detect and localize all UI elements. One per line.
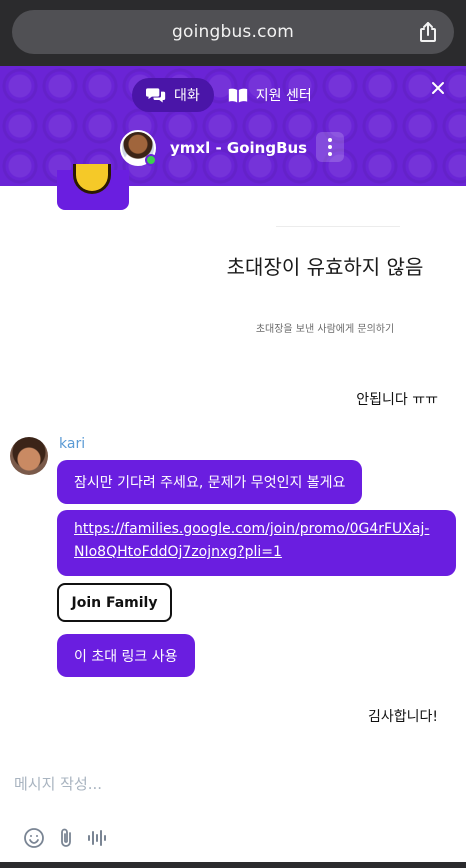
address-bar[interactable]: goingbus.com xyxy=(12,10,454,54)
agent-avatar xyxy=(120,130,157,166)
user-message: 김사합니다! xyxy=(367,709,438,725)
agent-name: ymxl - GoingBus xyxy=(170,139,308,157)
agent-avatar-kari xyxy=(10,437,48,475)
join-family-button[interactable]: Join Family xyxy=(57,583,172,622)
dot xyxy=(328,145,332,149)
more-options-button[interactable] xyxy=(316,132,344,162)
agent-message: 잠시만 기다려 주세요, 문제가 무엇인지 볼게요 xyxy=(57,460,363,504)
agent-link-message: https://families.google.com/join/promo/0… xyxy=(57,510,456,576)
invite-link[interactable]: https://families.google.com/join/promo/0… xyxy=(74,518,439,564)
agent-message: 이 초대 링크 사용 xyxy=(57,634,195,677)
agent-name-kari: kari xyxy=(59,436,86,452)
url-text: goingbus.com xyxy=(171,22,294,42)
share-icon[interactable] xyxy=(416,20,440,44)
chat-bubbles-icon xyxy=(146,88,166,103)
card-divider xyxy=(276,226,400,227)
invite-card-subtitle: 초대장을 보낸 사람에게 문의하기 xyxy=(255,324,395,335)
agent-emoji-message xyxy=(57,164,129,210)
emoji-icon[interactable] xyxy=(23,827,45,849)
tab-conversation[interactable]: 대화 xyxy=(132,78,214,112)
attachment-icon[interactable] xyxy=(56,827,78,849)
user-message: 안됩니다 ㅠㅠ xyxy=(356,392,438,408)
invite-card-title: 초대장이 유효하지 않음 xyxy=(226,255,424,279)
close-icon[interactable] xyxy=(430,80,446,96)
voice-icon[interactable] xyxy=(86,827,108,849)
chat-header: 대화 지원 센터 ymxl - GoingBus xyxy=(0,66,466,186)
browser-bar: goingbus.com xyxy=(0,0,466,66)
agent-info: ymxl - GoingBus xyxy=(120,130,307,166)
message-input[interactable] xyxy=(14,772,434,796)
book-icon xyxy=(228,88,247,103)
online-status-dot xyxy=(145,154,157,166)
tab-conversation-label: 대화 xyxy=(174,88,200,104)
header-tabs: 대화 지원 센터 xyxy=(132,78,330,112)
dot xyxy=(328,152,332,156)
browser-bottom-bar xyxy=(0,862,466,868)
dot xyxy=(328,138,332,142)
tab-help-center-label: 지원 센터 xyxy=(255,88,312,104)
smiley-emoji-icon xyxy=(73,164,111,194)
tab-help-center[interactable]: 지원 센터 xyxy=(214,78,326,112)
